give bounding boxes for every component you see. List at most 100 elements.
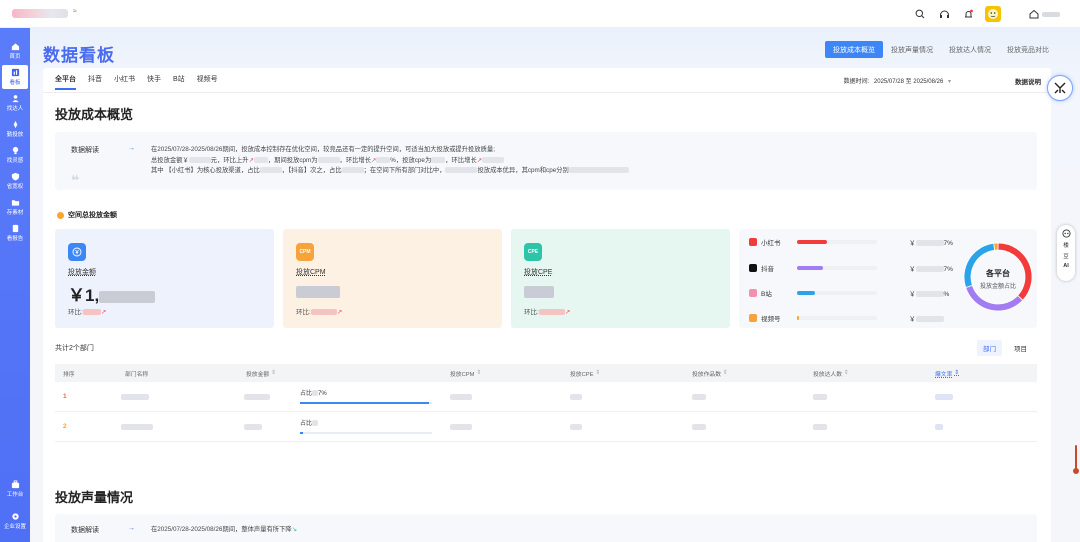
tab-project[interactable]: 项目 <box>1008 340 1033 356</box>
yen-icon <box>68 243 86 261</box>
rank: 1 <box>63 393 67 400</box>
report-icon <box>12 224 18 233</box>
date-range-value: 2025/07/28 至 2025/08/26 <box>873 79 944 85</box>
date-range-picker[interactable]: 数据时间: 2025/07/28 至 2025/08/26 ▾ <box>844 76 951 85</box>
tab-cost-overview[interactable]: 投放成本概览 <box>825 41 883 58</box>
dept-spend <box>244 382 270 411</box>
top-actions <box>913 6 1060 22</box>
section-title-voice: 投放声量情况 <box>55 490 134 505</box>
sidebar-item-workbench[interactable]: 工作台 <box>0 480 30 498</box>
share-bar <box>797 266 877 270</box>
table-row[interactable]: 1 占比 7% <box>55 382 1037 412</box>
col-header[interactable]: 投放达人数 ⇕ <box>813 364 849 382</box>
data-explain-link[interactable]: 数据说明 <box>1015 76 1041 86</box>
platform-name: B站 <box>761 291 772 298</box>
sidebar-item-home[interactable]: 首页 <box>0 42 30 60</box>
interp-line: 在2025/07/28-2025/08/26期间，投放成本控制存在优化空间，较竞… <box>151 146 495 153</box>
bell-icon[interactable] <box>961 7 975 21</box>
brand-logo[interactable] <box>12 9 68 18</box>
tab-douyin[interactable]: 抖音 <box>88 74 102 90</box>
home-icon <box>11 43 19 51</box>
section-tabs: 投放成本概览 投放声量情况 投放达人情况 投放竞品对比 <box>825 41 1057 58</box>
interp-label: 数据解读 <box>71 147 99 154</box>
donut-title: 各平台 <box>986 269 1010 278</box>
dept-creators <box>813 382 827 411</box>
sidebar-item-label: 找灵感 <box>6 158 24 164</box>
cpm-icon: CPM <box>296 243 314 261</box>
platform-row: 抖音 ￥ 7% <box>749 263 969 273</box>
channels-icon <box>749 314 757 322</box>
dept-share-bar-fill <box>300 402 430 404</box>
metric-label: 投放CPE <box>524 269 553 276</box>
sidebar-item-label: 存素材 <box>6 210 24 216</box>
ai-assistant-float[interactable]: 楼 豆 AI <box>1057 225 1075 281</box>
sidebar-item-dashboard[interactable]: 看板 <box>2 65 28 89</box>
settings-icon <box>11 513 19 520</box>
voice-interpretation: 数据解读 → 在2025/07/28-2025/08/26期间，整体声量有所下降… <box>55 514 1037 542</box>
search-icon[interactable] <box>913 7 927 21</box>
sidebar-item-label: 找达人 <box>6 106 24 112</box>
main-area: 数据看板 投放成本概览 投放声量情况 投放达人情况 投放竞品对比 全平台 抖音 … <box>30 28 1080 542</box>
share-bar-fill <box>797 316 799 320</box>
workspace-switch[interactable] <box>1029 9 1060 19</box>
rank: 2 <box>63 423 67 430</box>
tab-voice[interactable]: 投放声量情况 <box>883 41 941 58</box>
sidebar-item-enterprise-settings[interactable]: 企业设置 <box>0 512 30 530</box>
dept-viral-rate <box>935 412 943 441</box>
tab-kuaishou[interactable]: 快手 <box>147 74 161 90</box>
sidebar-item-report[interactable]: 看报告 <box>0 224 30 242</box>
rocket-icon <box>13 120 17 129</box>
metric-card-spend: 投放金额 ￥1, 环比: ↗ <box>55 229 274 328</box>
metric-card-cpm: CPM 投放CPM 环比: ↗ <box>283 229 502 328</box>
col-header[interactable]: 投放CPM ⇕ <box>450 364 481 382</box>
interp-text: 在2025/07/28-2025/08/26期间，整体声量有所下降↘ <box>151 526 297 533</box>
table-header: 排序 部门名称 投放金额 ⇕ 投放CPM ⇕ 投放CPE ⇕ 投放作品数 ⇕ 投放达人数… <box>55 364 1037 382</box>
dept-spend <box>244 412 262 441</box>
table-row[interactable]: 2 占比 <box>55 412 1037 442</box>
tab-all-platforms[interactable]: 全平台 <box>55 74 76 90</box>
metric-card-cpe: CPE 投放CPE 环比: ↗ <box>511 229 730 328</box>
platform-name: 小红书 <box>761 240 781 247</box>
sidebar-item-rights[interactable]: 省宽权 <box>0 172 30 190</box>
tab-bilibili[interactable]: B站 <box>173 74 185 90</box>
sidebar-item-label: 看板 <box>9 80 21 86</box>
top-bar: ≈ <box>0 0 1080 28</box>
dept-share-bar <box>300 432 432 434</box>
interp-label: 数据解读 <box>71 527 99 534</box>
cpe-icon: CPE <box>524 243 542 261</box>
tab-channels[interactable]: 视频号 <box>197 74 218 90</box>
avatar[interactable] <box>985 6 1001 22</box>
sidebar-item-find-creator[interactable]: 找达人 <box>0 94 30 112</box>
tab-creators[interactable]: 投放达人情况 <box>941 41 999 58</box>
tab-xiaohongshu[interactable]: 小红书 <box>114 74 135 90</box>
col-header[interactable]: 投放CPE ⇕ <box>570 364 600 382</box>
workspace-name <box>1042 11 1060 17</box>
assistant-badge[interactable] <box>1047 75 1073 101</box>
dept-share-bar <box>300 402 432 404</box>
department-table: 排序 部门名称 投放金额 ⇕ 投放CPM ⇕ 投放CPE ⇕ 投放作品数 ⇕ 投放达人数… <box>55 364 1037 442</box>
sidebar-item-label: 企业设置 <box>3 524 26 530</box>
dashboard-icon <box>11 68 19 77</box>
sidebar-item-inspiration[interactable]: 找灵感 <box>0 146 30 164</box>
headset-icon[interactable] <box>937 7 951 21</box>
donut-slice[interactable] <box>993 242 999 251</box>
col-header[interactable]: 投放金额 ⇕ <box>246 364 276 382</box>
user-search-icon <box>11 95 19 103</box>
tab-competitors[interactable]: 投放竞品对比 <box>999 41 1057 58</box>
tab-department[interactable]: 部门 <box>977 340 1002 356</box>
sidebar: 首页 看板 找达人 勤投放 找灵感 省宽权 存素材 看报告 工作台 企业设置 <box>0 28 30 542</box>
dept-viral-rate <box>935 382 953 411</box>
coin-icon <box>57 211 64 219</box>
scrollbar-thumb[interactable] <box>1073 468 1079 474</box>
col-header[interactable]: 爆文率 ⇕ <box>935 364 959 382</box>
chevron-down-icon: ▾ <box>947 79 951 85</box>
quote-icon: ❝ <box>71 172 80 188</box>
donut-center-label: 各平台 投放金额占比 <box>960 268 1036 290</box>
col-header[interactable]: 投放作品数 ⇕ <box>692 364 728 382</box>
home-icon <box>1029 9 1039 19</box>
sidebar-item-campaign[interactable]: 勤投放 <box>0 120 30 138</box>
metric-label: 投放CPM <box>296 269 326 276</box>
sidebar-item-label: 工作台 <box>6 492 24 498</box>
sidebar-item-assets[interactable]: 存素材 <box>0 198 30 216</box>
sidebar-item-label: 首页 <box>9 54 21 60</box>
